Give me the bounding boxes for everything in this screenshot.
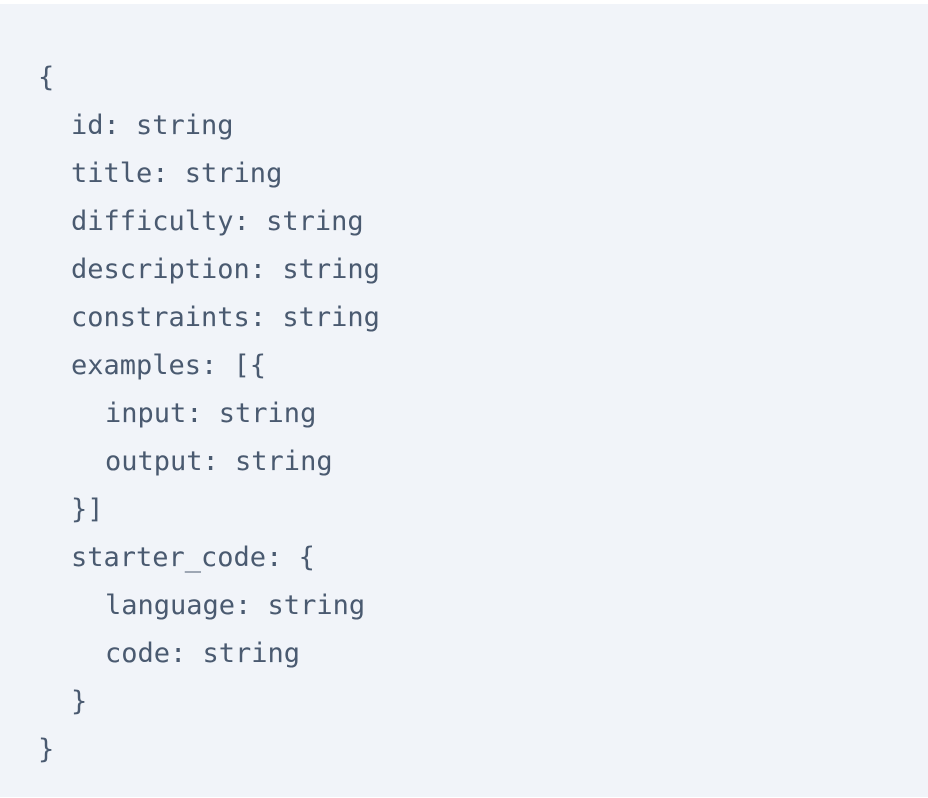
code-line: language: string xyxy=(105,590,366,621)
code-line: { xyxy=(38,62,55,93)
code-line: difficulty: string xyxy=(71,206,364,237)
code-line: output: string xyxy=(105,446,333,477)
code-line: examples: [{ xyxy=(71,350,267,381)
code-line: starter_code: { xyxy=(71,542,315,573)
code-line: code: string xyxy=(105,638,301,669)
code-block: { id: string title: string difficulty: s… xyxy=(0,4,928,797)
code-line: description: string xyxy=(71,254,380,285)
code-line: input: string xyxy=(105,398,317,429)
code-line: }] xyxy=(71,494,104,525)
code-line: constraints: string xyxy=(71,302,380,333)
code-line: title: string xyxy=(71,158,283,189)
code-line: id: string xyxy=(71,110,234,141)
code-line: } xyxy=(38,734,55,765)
code-line: } xyxy=(71,686,88,717)
